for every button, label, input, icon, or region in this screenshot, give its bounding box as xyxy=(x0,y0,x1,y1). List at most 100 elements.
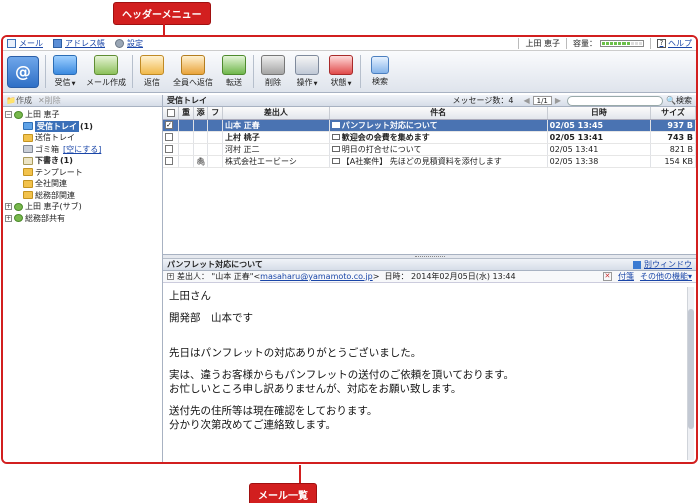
tree-node-template[interactable]: テンプレート xyxy=(5,167,162,179)
capacity-cell xyxy=(602,42,606,45)
row-checkbox[interactable] xyxy=(163,143,180,156)
expand-header-icon[interactable]: + xyxy=(167,273,174,280)
folder-tree: − 上田 恵子 受信トレイ (1) 送信トレイ ゴミ箱 [空にする] 下書き (1) テ… xyxy=(3,107,162,224)
delete-button[interactable]: 削除 xyxy=(256,53,290,90)
table-row[interactable]: 河村 正二 明日の打合せについて 02/05 13:41 821 B xyxy=(163,143,696,156)
search-icon[interactable]: 🔍 xyxy=(666,96,676,105)
prev-page-icon[interactable]: ◀ xyxy=(523,96,529,105)
next-page-icon[interactable]: ▶ xyxy=(555,96,561,105)
expand-icon[interactable]: + xyxy=(5,203,12,211)
trash-icon xyxy=(23,145,33,154)
tree-node-inbox[interactable]: 受信トレイ (1) xyxy=(5,120,162,133)
shared-folder-icon xyxy=(14,214,23,223)
pager: ◀ 1/1 ▶ xyxy=(523,96,561,105)
flag-icon xyxy=(329,55,353,75)
address-book-icon xyxy=(53,39,62,48)
scrollbar-thumb[interactable] xyxy=(688,309,694,429)
search-label[interactable]: 検索 xyxy=(676,95,692,106)
tree-node-root[interactable]: − 上田 恵子 xyxy=(5,109,162,121)
table-row[interactable]: ✓ 山本 正春 パンフレット対応について 02/05 13:45 937 B xyxy=(163,119,696,132)
message-scrollbar[interactable] xyxy=(687,287,694,460)
header-menu-callout-line xyxy=(163,21,165,35)
trash-icon xyxy=(261,55,285,75)
operations-icon xyxy=(295,55,319,75)
close-icon[interactable]: ✕ xyxy=(602,272,612,281)
tree-node-trash[interactable]: ゴミ箱 [空にする] xyxy=(5,144,162,156)
reply-button[interactable]: 返信 xyxy=(135,53,169,90)
forward-button[interactable]: 転送 xyxy=(217,53,251,90)
tree-node-shared[interactable]: + 総務部共有 xyxy=(5,213,162,225)
row-subject: パンフレット対応について xyxy=(329,119,548,132)
toolbar-separator xyxy=(132,55,133,88)
col-flag[interactable]: フ xyxy=(207,107,223,120)
compose-button[interactable]: メール作成 xyxy=(82,53,130,90)
sent-folder-icon xyxy=(23,133,33,142)
folder-toolbar: 📁作成 ✕削除 xyxy=(3,95,162,107)
tree-node-sub-account[interactable]: + 上田 恵子(サブ) xyxy=(5,201,162,213)
capacity-meter: 容量： xyxy=(567,38,651,49)
envelope-icon xyxy=(331,134,340,140)
search-button[interactable]: 検索 xyxy=(363,53,397,90)
settings-link[interactable]: 設定 xyxy=(115,38,143,49)
row-checkbox[interactable] xyxy=(163,155,180,168)
col-size[interactable]: サイズ xyxy=(650,107,696,120)
address-book-link[interactable]: アドレス帳 xyxy=(53,38,105,49)
col-attachment[interactable]: 添 xyxy=(193,107,209,120)
delete-folder-button[interactable]: ✕削除 xyxy=(38,95,61,106)
empty-trash-link[interactable]: [空にする] xyxy=(63,144,101,155)
mail-app-frame: メール アドレス帳 設定 上田 恵子 容量： ?ヘルプ @ 受信 メール作成 返… xyxy=(1,35,698,464)
operations-button[interactable]: 操作 xyxy=(290,53,324,90)
table-row[interactable]: 上村 桃子 歓迎会の会費を集めます 02/05 13:41 743 B xyxy=(163,131,696,144)
row-sender: 株式会社エービーシ xyxy=(222,155,330,168)
reply-icon xyxy=(140,55,164,75)
toolbar-separator xyxy=(360,55,361,88)
current-user: 上田 恵子 xyxy=(518,38,567,49)
row-checkbox[interactable]: ✓ xyxy=(163,119,180,132)
row-subject: 【A社案件】 先ほどの見積資料を添付します xyxy=(329,155,548,168)
select-all-checkbox[interactable] xyxy=(163,107,180,120)
other-functions-link[interactable]: その他の機能▾ xyxy=(640,271,692,282)
tree-node-sent[interactable]: 送信トレイ xyxy=(5,132,162,144)
sender-email-link[interactable]: masaharu@yamamoto.co.jp xyxy=(260,272,373,281)
envelope-icon xyxy=(331,146,340,152)
receive-button[interactable]: 受信 xyxy=(48,53,82,90)
row-sender: 山本 正春 xyxy=(222,119,330,132)
col-sender[interactable]: 差出人 xyxy=(222,107,330,120)
col-subject[interactable]: 件名 xyxy=(329,107,548,120)
sticky-note-link[interactable]: 付箋 xyxy=(618,271,634,282)
row-subject: 明日の打合せについて xyxy=(329,143,548,156)
row-date: 02/05 13:41 xyxy=(547,143,652,156)
col-date[interactable]: 日時 xyxy=(547,107,652,120)
preview-subject: パンフレット対応について xyxy=(167,260,263,269)
folder-icon xyxy=(23,168,33,177)
inbox-folder-icon xyxy=(23,122,33,131)
envelope-icon xyxy=(331,158,340,164)
reply-all-button[interactable]: 全員へ返信 xyxy=(169,53,217,90)
draft-folder-icon xyxy=(23,156,33,165)
open-new-window-link[interactable]: 別ウィンドウ xyxy=(633,259,692,270)
message-meta: + 差出人： "山本 正春"< masaharu@yamamoto.co.jp > … xyxy=(163,271,696,283)
page-select[interactable]: 1/1 xyxy=(532,96,552,105)
folder-title: 受信トレイ xyxy=(167,96,207,105)
forward-icon xyxy=(222,55,246,75)
search-input[interactable] xyxy=(567,95,664,106)
tree-node-company[interactable]: 全社関連 xyxy=(5,178,162,190)
create-folder-button[interactable]: 📁作成 xyxy=(6,95,32,106)
folder-icon xyxy=(23,179,33,188)
help-link[interactable]: ? ヘルプ xyxy=(657,38,692,49)
expand-icon[interactable]: + xyxy=(5,214,12,222)
col-importance[interactable]: 重 xyxy=(178,107,194,120)
tree-node-general-affairs[interactable]: 総務部関連 xyxy=(5,190,162,202)
reply-all-icon xyxy=(181,55,205,75)
message-list: 受信トレイ メッセージ数：4 ◀ 1/1 ▶ 🔍 検索 重 添 フ 差出人 件名… xyxy=(163,95,696,255)
status-button[interactable]: 状態 xyxy=(324,53,358,90)
row-checkbox[interactable] xyxy=(163,131,180,144)
row-subject: 歓迎会の会費を集めます xyxy=(329,131,548,144)
search-icon xyxy=(371,56,389,74)
toolbar-separator xyxy=(45,55,46,88)
mail-link[interactable]: メール xyxy=(7,38,43,49)
collapse-icon[interactable]: − xyxy=(5,111,12,119)
table-row[interactable]: 🖇 株式会社エービーシ 【A社案件】 先ほどの見積資料を添付します 02/05 … xyxy=(163,155,696,168)
tree-node-drafts[interactable]: 下書き (1) xyxy=(5,155,162,167)
table-header-row: 重 添 フ 差出人 件名 日時 サイズ xyxy=(163,107,696,120)
